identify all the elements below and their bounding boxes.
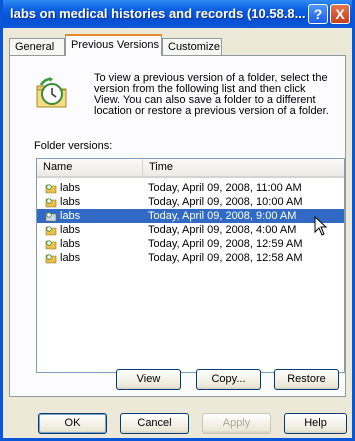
window-title: labs on medical histories and records (1… xyxy=(10,6,306,21)
clock-folder-icon xyxy=(36,77,67,108)
version-name: labs xyxy=(60,238,81,250)
version-name: labs xyxy=(60,182,81,194)
cancel-button[interactable]: Cancel xyxy=(120,413,189,434)
column-header-name[interactable]: Name xyxy=(37,159,143,176)
tab-general[interactable]: General xyxy=(9,38,65,55)
version-time: Today, April 09, 2008, 12:58 AM xyxy=(148,252,303,264)
tab-customize[interactable]: Customize xyxy=(162,38,222,55)
help-icon[interactable]: ? xyxy=(308,4,328,24)
restore-button[interactable]: Restore xyxy=(274,369,339,390)
version-folder-icon xyxy=(45,198,57,208)
list-item[interactable]: labs Today, April 09, 2008, 9:00 AM xyxy=(37,209,344,223)
version-name: labs xyxy=(60,252,81,264)
mouse-pointer-icon xyxy=(314,216,328,236)
version-folder-icon xyxy=(45,212,57,222)
list-item[interactable]: labs Today, April 09, 2008, 10:00 AM xyxy=(37,195,344,209)
close-icon[interactable]: X xyxy=(330,4,350,24)
title-bar[interactable]: labs on medical histories and records (1… xyxy=(3,0,352,28)
version-name: labs xyxy=(60,224,81,236)
version-folder-icon xyxy=(45,226,57,236)
column-header-time[interactable]: Time xyxy=(143,159,344,176)
copy-button[interactable]: Copy... xyxy=(196,369,261,390)
previous-versions-panel: To view a previous version of a folder, … xyxy=(9,55,346,397)
tab-previous-versions[interactable]: Previous Versions xyxy=(65,34,162,56)
version-name: labs xyxy=(60,210,81,222)
properties-dialog: labs on medical histories and records (1… xyxy=(0,0,355,441)
list-item[interactable]: labs Today, April 09, 2008, 4:00 AM xyxy=(37,223,344,237)
list-header: Name Time xyxy=(37,159,344,178)
version-time: Today, April 09, 2008, 12:59 AM xyxy=(148,238,303,250)
help-button[interactable]: Help xyxy=(284,413,347,434)
folder-versions-list[interactable]: Name Time labs Today, April 09, 2008, 11:… xyxy=(36,158,345,373)
version-folder-icon xyxy=(45,254,57,264)
list-item[interactable]: labs Today, April 09, 2008, 12:58 AM xyxy=(37,251,344,265)
view-button[interactable]: View xyxy=(116,369,181,390)
version-time: Today, April 09, 2008, 4:00 AM xyxy=(148,224,297,236)
list-item[interactable]: labs Today, April 09, 2008, 11:00 AM xyxy=(37,181,344,195)
version-time: Today, April 09, 2008, 10:00 AM xyxy=(148,196,303,208)
version-time: Today, April 09, 2008, 9:00 AM xyxy=(148,210,297,222)
intro-text: To view a previous version of a folder, … xyxy=(94,72,329,117)
version-time: Today, April 09, 2008, 11:00 AM xyxy=(148,182,302,194)
apply-button[interactable]: Apply xyxy=(202,413,271,434)
list-rows: labs Today, April 09, 2008, 11:00 AM labs T… xyxy=(37,181,344,265)
version-folder-icon xyxy=(45,184,57,194)
ok-button[interactable]: OK xyxy=(38,413,107,434)
version-folder-icon xyxy=(45,240,57,250)
list-item[interactable]: labs Today, April 09, 2008, 12:59 AM xyxy=(37,237,344,251)
version-name: labs xyxy=(60,196,81,208)
folder-versions-label: Folder versions: xyxy=(34,140,113,152)
